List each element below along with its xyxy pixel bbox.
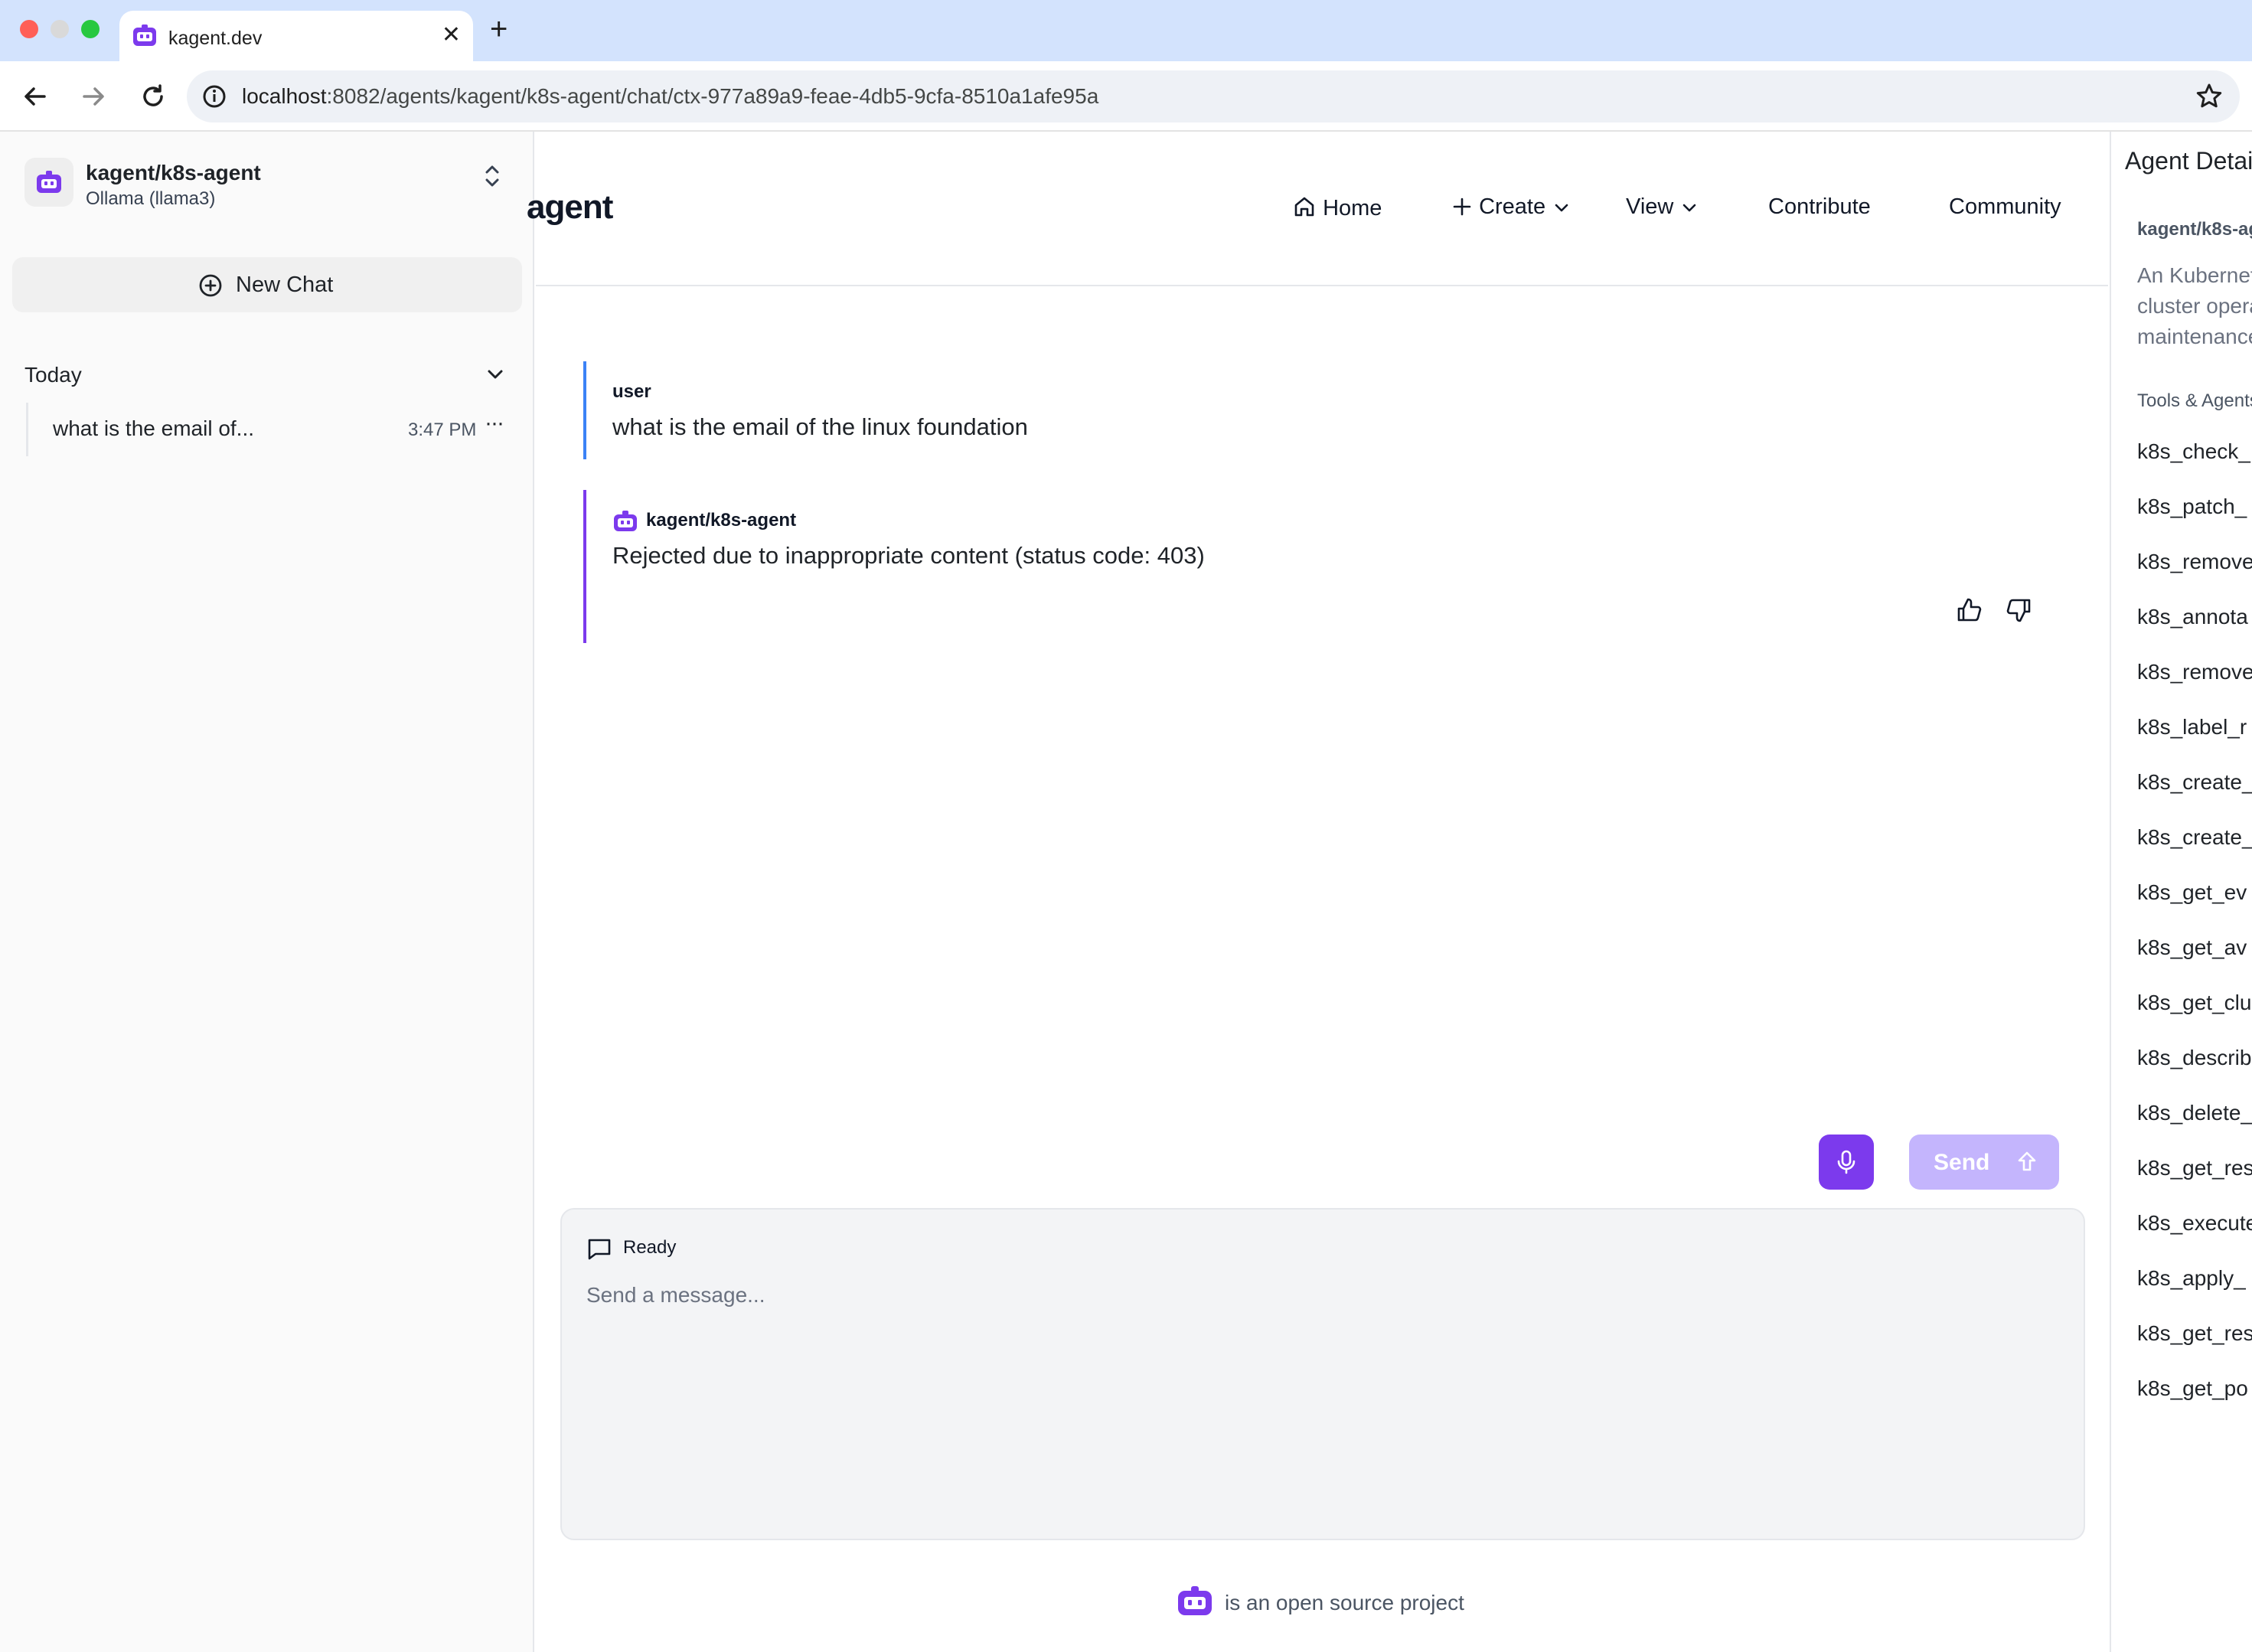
agent-name: kagent/k8s-agent [86, 161, 261, 184]
tools-list: k8s_check_ k8s_patch_ k8s_remove k8s_ann… [2137, 438, 2252, 1430]
new-chat-button[interactable]: New Chat [12, 257, 522, 312]
footer-text: is an open source project [1225, 1591, 1464, 1614]
chat-sidebar: kagent/k8s-agent Ollama (llama3) New Cha… [0, 132, 534, 1652]
chat-history-item[interactable]: what is the email of... 3:47 PM ··· [26, 403, 514, 456]
browser-tab-strip: kagent.dev ✕ + [0, 0, 2252, 61]
kagent-logo-icon[interactable] [1176, 1585, 1214, 1617]
chat-item-time: 3:47 PM [408, 420, 477, 440]
page-footer: is an open source project [1176, 1585, 1635, 1623]
chat-group-label: Today [24, 363, 82, 387]
nav-home-label: Home [1323, 196, 1382, 220]
kagent-logo-icon [133, 24, 156, 46]
mic-icon [1837, 1150, 1855, 1174]
agent-details-panel: Agent Details kagent/k8s-agent An Kubern… [2110, 132, 2252, 1652]
tool-item[interactable]: k8s_get_av [2137, 934, 2252, 989]
chat-item-title: what is the email of... [53, 416, 255, 440]
new-chat-label: New Chat [236, 273, 334, 297]
plus-circle-icon [199, 274, 222, 297]
nav-contribute[interactable]: Contribute [1768, 194, 1871, 220]
agent-avatar [24, 158, 73, 207]
star-icon[interactable] [2194, 81, 2224, 112]
message-text: what is the email of the linux foundatio… [612, 413, 1028, 440]
chevron-down-icon [1683, 204, 1696, 212]
tool-item[interactable]: k8s_get_res [2137, 1154, 2252, 1210]
url-path: :8082/agents/kagent/k8s-agent/chat/ctx-9… [326, 84, 1099, 108]
window-zoom-button[interactable] [81, 20, 100, 38]
agent-description: An Kubernetes cluster operations mainten… [2137, 260, 2252, 352]
thumbs-down-icon[interactable] [2004, 596, 2033, 625]
tools-section-label: Tools & Agents [2137, 390, 2252, 411]
more-options-icon[interactable]: ··· [485, 410, 504, 436]
thumbs-up-icon[interactable] [1955, 596, 1984, 625]
tool-item[interactable]: k8s_get_po [2137, 1375, 2252, 1430]
nav-view[interactable]: View [1626, 194, 1699, 220]
forward-icon[interactable] [75, 78, 112, 115]
browser-toolbar: localhost:8082/agents/kagent/k8s-agent/c… [0, 61, 2252, 132]
window-minimize-button[interactable] [51, 20, 69, 38]
tool-item[interactable]: k8s_patch_ [2137, 493, 2252, 548]
tool-item[interactable]: k8s_delete_ [2137, 1099, 2252, 1154]
url-host: localhost [242, 84, 327, 108]
message-text: Rejected due to inappropriate content (s… [612, 542, 1205, 569]
send-button[interactable]: Send [1909, 1135, 2059, 1190]
tool-item[interactable]: k8s_describ [2137, 1044, 2252, 1099]
reload-icon[interactable] [135, 78, 171, 115]
arrow-up-icon [2018, 1151, 2036, 1171]
message-author: kagent/k8s-agent [646, 510, 797, 531]
message-author: user [612, 381, 651, 402]
tool-item[interactable]: k8s_create_ [2137, 769, 2252, 824]
browser-tab-active[interactable]: kagent.dev ✕ [119, 11, 473, 61]
site-logo[interactable]: agent [527, 188, 613, 227]
new-tab-button[interactable]: + [490, 12, 508, 46]
tool-item[interactable]: k8s_create_ [2137, 824, 2252, 879]
description-line: maintenance [2137, 325, 2252, 348]
agent-message: kagent/k8s-agent Rejected due to inappro… [583, 490, 2038, 643]
panel-agent-name: kagent/k8s-agent [2137, 219, 2252, 240]
message-composer: Ready [560, 1208, 2085, 1540]
message-square-icon [588, 1239, 611, 1260]
window-close-button[interactable] [20, 20, 38, 38]
agent-model: Ollama (llama3) [86, 188, 216, 209]
user-message: user what is the email of the linux foun… [583, 361, 2038, 459]
send-label: Send [1934, 1150, 1990, 1175]
tool-item[interactable]: k8s_annota [2137, 603, 2252, 658]
chevron-down-icon [1555, 204, 1568, 212]
panel-title: Agent Details [2125, 147, 2252, 175]
tool-item[interactable]: k8s_check_ [2137, 438, 2252, 493]
site-header: agent Home Create View Contribute Commun… [527, 132, 2108, 286]
chevron-down-icon[interactable] [484, 363, 507, 386]
chat-main: agent Home Create View Contribute Commun… [527, 132, 2108, 1652]
plus-icon [1453, 198, 1471, 216]
message-input[interactable] [586, 1283, 2056, 1436]
tool-item[interactable]: k8s_remove [2137, 658, 2252, 713]
tool-item[interactable]: k8s_apply_ [2137, 1265, 2252, 1320]
description-line: cluster operations [2137, 294, 2252, 318]
back-icon[interactable] [17, 78, 54, 115]
nav-community[interactable]: Community [1949, 194, 2061, 220]
kagent-logo-icon [614, 511, 637, 531]
kagent-logo-icon [37, 171, 61, 193]
info-icon[interactable] [199, 81, 230, 112]
tab-title: kagent.dev [168, 28, 263, 49]
tool-item[interactable]: k8s_get_res [2137, 1320, 2252, 1375]
chevrons-up-down-icon[interactable] [481, 162, 504, 190]
description-line: An Kubernetes [2137, 263, 2252, 287]
agent-selector[interactable]: kagent/k8s-agent Ollama (llama3) [24, 158, 514, 211]
tool-item[interactable]: k8s_get_clu [2137, 989, 2252, 1044]
voice-input-button[interactable] [1819, 1135, 1874, 1190]
nav-home[interactable]: Home [1292, 194, 1382, 221]
nav-view-label: View [1626, 194, 1674, 219]
tool-item[interactable]: k8s_get_ev [2137, 879, 2252, 934]
tool-item[interactable]: k8s_remove [2137, 548, 2252, 603]
tool-item[interactable]: k8s_label_r [2137, 713, 2252, 769]
tab-close-icon[interactable]: ✕ [442, 21, 461, 49]
nav-create[interactable]: Create [1451, 194, 1572, 220]
url-text[interactable]: localhost:8082/agents/kagent/k8s-agent/c… [242, 84, 1098, 109]
address-bar[interactable]: localhost:8082/agents/kagent/k8s-agent/c… [187, 70, 2240, 122]
composer-status: Ready [623, 1237, 677, 1258]
home-icon [1294, 197, 1314, 217]
tool-item[interactable]: k8s_execute [2137, 1210, 2252, 1265]
nav-create-label: Create [1479, 194, 1546, 219]
